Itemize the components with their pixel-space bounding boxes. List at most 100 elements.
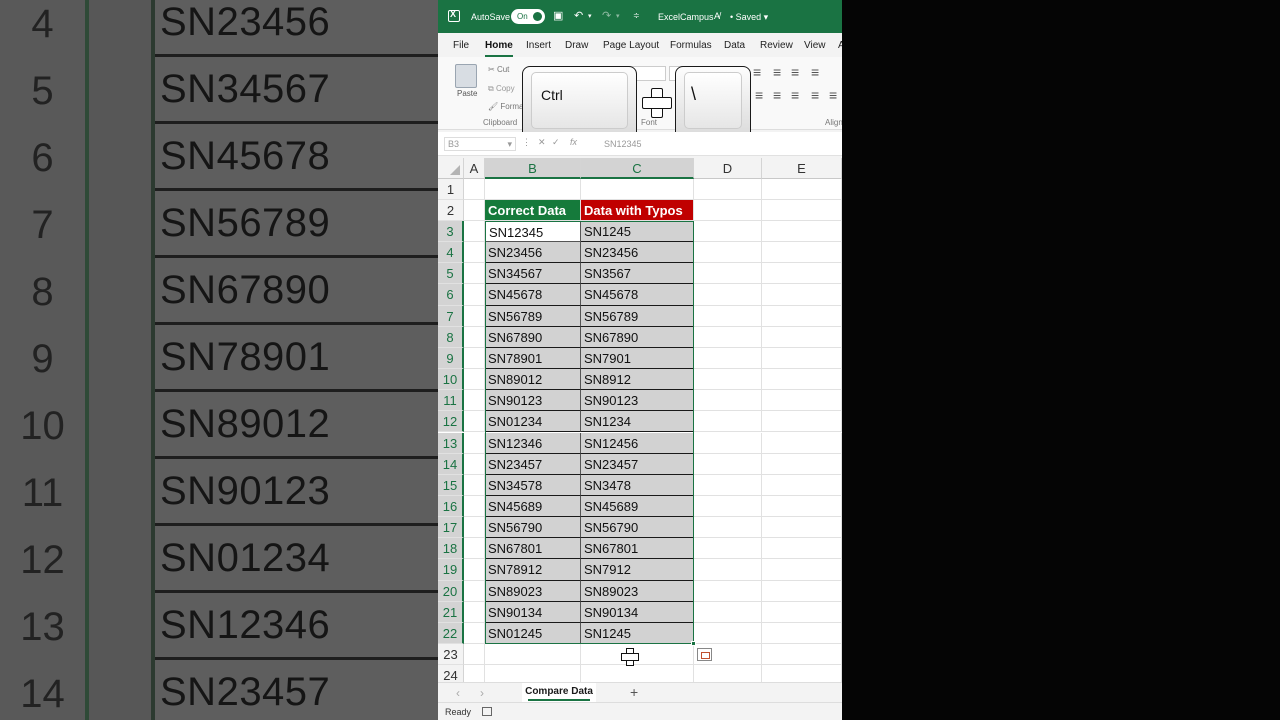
typo-data-cell[interactable]: SN3567 [581,263,694,285]
correct-data-cell[interactable]: SN67801 [485,538,581,560]
copy-button[interactable]: ⧉ Copy [488,84,515,94]
cell[interactable] [762,347,842,370]
typo-data-cell[interactable]: SN90123 [581,390,694,412]
select-all-button[interactable] [438,158,464,179]
cell[interactable] [464,538,485,560]
cell[interactable] [464,242,485,264]
correct-data-cell[interactable]: SN89023 [485,580,581,602]
cell[interactable] [762,432,842,454]
redo-icon[interactable]: ↷ [602,9,611,22]
cell[interactable] [464,601,485,623]
cell[interactable] [762,242,842,264]
row-header[interactable]: 2 [438,200,464,222]
row-header[interactable]: 6 [438,284,464,306]
cell[interactable] [694,411,762,433]
row-header[interactable]: 23 [438,644,464,666]
cell[interactable] [464,517,485,539]
enter-icon[interactable]: ✓ [552,137,560,148]
cell[interactable] [464,453,485,475]
cell[interactable] [762,390,842,412]
correct-data-cell[interactable]: SN45678 [485,284,581,306]
cell[interactable] [694,432,762,454]
cell[interactable] [694,347,762,370]
cell[interactable] [464,432,485,454]
typo-data-cell[interactable]: SN89023 [581,580,694,602]
row-header[interactable]: 24 [438,665,464,682]
cell[interactable] [694,474,762,496]
cell[interactable] [762,601,842,623]
row-header[interactable]: 5 [438,263,464,285]
correct-data-cell[interactable]: SN78901 [485,347,581,370]
insert-function-icon[interactable]: fx [570,137,577,147]
tab-insert[interactable]: Insert [526,40,551,51]
typo-data-cell[interactable]: SN3478 [581,474,694,496]
cell[interactable] [464,474,485,496]
tab-more[interactable]: A [838,40,842,51]
orientation-icon[interactable] [810,64,824,80]
cell[interactable] [464,221,485,243]
typo-data-cell[interactable]: SN1234 [581,411,694,433]
correct-data-cell[interactable]: SN89012 [485,369,581,391]
correct-data-header[interactable]: Correct Data [485,200,581,222]
row-header[interactable]: 19 [438,559,464,581]
row-header[interactable]: 16 [438,495,464,518]
cell[interactable] [694,517,762,539]
cell[interactable] [694,326,762,348]
save-icon[interactable]: ▣ [553,9,563,22]
cell[interactable] [464,347,485,370]
row-header[interactable]: 22 [438,622,464,644]
typo-data-cell[interactable]: SN8912 [581,369,694,391]
cell[interactable] [762,179,842,201]
increase-indent-icon[interactable] [828,87,842,103]
cell[interactable] [762,580,842,602]
cell[interactable] [762,326,842,348]
cell[interactable] [762,453,842,475]
accessibility-icon[interactable] [482,707,492,716]
top-align-icon[interactable] [752,64,766,80]
row-header[interactable]: 13 [438,432,464,454]
correct-data-cell[interactable]: SN34567 [485,263,581,285]
typo-data-cell[interactable]: SN7901 [581,347,694,370]
typo-data-cell[interactable]: SN1245 [581,622,694,644]
bottom-align-icon[interactable] [790,64,804,80]
prev-sheet-icon[interactable]: ‹ [456,686,460,700]
cell[interactable] [762,644,842,666]
cell[interactable] [694,580,762,602]
cell[interactable] [762,411,842,433]
row-header[interactable]: 20 [438,580,464,602]
tab-page-layout[interactable]: Page Layout [603,40,659,51]
typo-data-cell[interactable]: SN56789 [581,305,694,327]
column-header-d[interactable]: D [694,158,762,179]
formula-input[interactable]: SN12345 [604,139,642,149]
cell[interactable] [762,305,842,327]
saved-status[interactable]: • Saved ▾ [730,12,768,23]
cell[interactable] [464,622,485,644]
middle-align-icon[interactable] [772,64,786,80]
column-header-b[interactable]: B [485,158,581,179]
cell[interactable] [762,495,842,518]
cell[interactable] [694,305,762,327]
name-box-dropdown-icon[interactable]: ▾ [507,138,512,150]
cell[interactable] [694,622,762,644]
fill-handle[interactable] [691,641,696,646]
sheet-tab-compare-data[interactable]: Compare Data [522,683,596,702]
cell[interactable] [694,221,762,243]
cell[interactable] [694,665,762,682]
sensitivity-icon[interactable]: A̸ [714,11,720,21]
align-left-icon[interactable] [754,87,768,103]
cell[interactable] [464,305,485,327]
tab-home[interactable]: Home [485,40,513,57]
row-header[interactable]: 10 [438,369,464,391]
cell[interactable] [762,517,842,539]
cell[interactable] [581,179,694,201]
correct-data-cell[interactable]: SN34578 [485,474,581,496]
cell[interactable] [762,200,842,222]
tab-draw[interactable]: Draw [565,40,588,51]
cell[interactable] [694,263,762,285]
cell[interactable] [464,665,485,682]
row-header[interactable]: 1 [438,179,464,201]
typo-data-cell[interactable]: SN1245 [581,221,694,243]
typo-data-cell[interactable]: SN45689 [581,495,694,518]
correct-data-cell[interactable]: SN56790 [485,517,581,539]
cell[interactable] [762,538,842,560]
